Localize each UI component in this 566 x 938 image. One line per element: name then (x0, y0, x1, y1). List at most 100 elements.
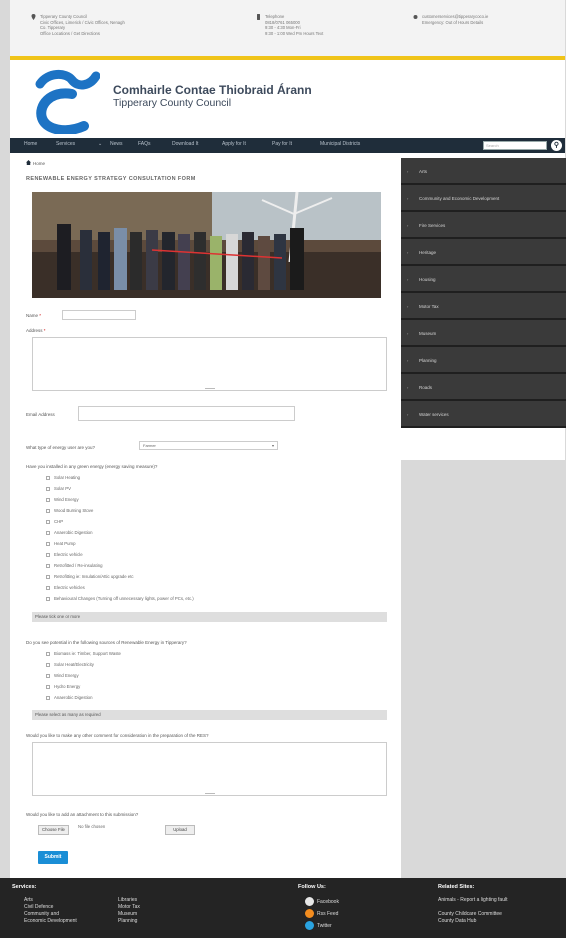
checkbox[interactable] (46, 552, 50, 557)
footer-link[interactable]: Libraries (118, 897, 137, 903)
checkbox[interactable] (46, 563, 50, 568)
chevron-down-icon: ▾ (271, 443, 274, 448)
sidebar-item-arts[interactable]: › Arts (401, 158, 566, 185)
q2-option-label: Solar Heat/Electricity (54, 662, 94, 667)
q1-option[interactable]: Electric vehicle (46, 552, 83, 557)
q1-option[interactable]: Behavioural Changes (Turning off unneces… (46, 596, 194, 601)
nav-pay-for-it[interactable]: Pay for It (272, 141, 292, 147)
follow-link[interactable]: Facebook (317, 899, 339, 905)
nav-home[interactable]: Home (24, 141, 37, 147)
required-marker: * (39, 313, 42, 318)
footer-link[interactable]: Arts (24, 897, 33, 903)
q1-option[interactable]: CHP (46, 519, 63, 524)
q1-option[interactable]: Retrofitting ie: Insulation/Attic upgrad… (46, 574, 134, 579)
chevron-right-icon: › (407, 277, 409, 282)
related-link[interactable]: Animals - Report a lighting fault (438, 897, 507, 903)
sidebar-item-fire-services[interactable]: › Fire Services (401, 212, 566, 239)
resize-grip[interactable] (204, 388, 215, 389)
q1-option[interactable]: Wind Energy (46, 497, 79, 502)
directions-link[interactable]: Office Locations / Get Directions (40, 31, 215, 37)
sidebar-item-motor-tax[interactable]: › Motor Tax (401, 293, 566, 320)
upload-button[interactable]: Upload (165, 825, 195, 835)
rss-icon[interactable] (305, 909, 314, 918)
footer-link[interactable]: Motor Tax (118, 904, 140, 910)
sidebar-item-roads[interactable]: › Roads (401, 374, 566, 401)
checkbox[interactable] (46, 673, 50, 678)
sidebar-item-heritage[interactable]: › Heritage (401, 239, 566, 266)
nav-download-it[interactable]: Download It (172, 141, 198, 147)
home-icon[interactable] (26, 160, 31, 165)
footer-link[interactable]: Planning (118, 918, 137, 924)
q2-option[interactable]: Wind Energy (46, 673, 79, 678)
checkbox[interactable] (46, 519, 50, 524)
checkbox[interactable] (46, 508, 50, 513)
q1-option[interactable]: Wood Burning Stove (46, 508, 93, 513)
checkbox[interactable] (46, 596, 50, 601)
sidebar-item-community[interactable]: › Community and Economic Development (401, 185, 566, 212)
search-input[interactable]: Search (483, 141, 547, 150)
q1-option[interactable]: Heat Pump (46, 541, 76, 546)
comments-textarea[interactable] (32, 742, 387, 796)
checkbox[interactable] (46, 530, 50, 535)
hero-photo (32, 192, 381, 298)
sidebar-item-housing[interactable]: › Housing (401, 266, 566, 293)
q2-option[interactable]: Anaerobic Digestion (46, 695, 92, 700)
twitter-icon[interactable] (305, 921, 314, 930)
search-icon[interactable]: ⚲ (551, 140, 562, 151)
q2-option[interactable]: Hydro Energy (46, 684, 80, 689)
sidebar-item-label: Planning (419, 358, 437, 363)
footer-link[interactable]: Community and (24, 911, 59, 917)
q2-option[interactable]: Solar Heat/Electricity (46, 662, 94, 667)
choose-file-button[interactable]: Choose File (38, 825, 69, 835)
submit-button[interactable]: Submit (38, 851, 68, 864)
q1-option[interactable]: Solar PV (46, 486, 71, 491)
q2-option[interactable]: Biomass ie: Timber, Support Waste (46, 651, 121, 656)
breadcrumb-home[interactable]: Home (33, 161, 45, 166)
footer-link[interactable]: Economic Development (24, 918, 77, 924)
related-link[interactable]: County Childcare Committee (438, 911, 502, 917)
sidebar-item-label: Roads (419, 385, 433, 390)
checkbox[interactable] (46, 684, 50, 689)
nav-municipal-districts[interactable]: Municipal Districts (320, 141, 360, 147)
resize-grip[interactable] (204, 793, 215, 794)
energy-type-select[interactable]: Farmer ▾ (139, 441, 278, 450)
sidebar-item-planning[interactable]: › Planning (401, 347, 566, 374)
q2-option-label: Wind Energy (54, 673, 79, 678)
q1-option-label: Electric vehicle (54, 552, 83, 557)
emergency-link[interactable]: Emergency: Out of Hours Details (422, 20, 562, 26)
checkbox[interactable] (46, 574, 50, 579)
q1-option[interactable]: Retrofitted / Re-insulating (46, 563, 102, 568)
checkbox[interactable] (46, 541, 50, 546)
checkbox[interactable] (46, 585, 50, 590)
nav-news[interactable]: News (110, 141, 123, 147)
facebook-icon[interactable] (305, 897, 314, 906)
checkbox[interactable] (46, 662, 50, 667)
nav-apply-for-it[interactable]: Apply for It (222, 141, 246, 147)
chevron-right-icon: › (407, 250, 409, 255)
checkbox[interactable] (46, 651, 50, 656)
checkbox[interactable] (46, 497, 50, 502)
follow-link[interactable]: Twitter (317, 923, 332, 929)
q1-option[interactable]: Solar Heating (46, 475, 80, 480)
nav-faqs[interactable]: FAQs (138, 141, 151, 147)
nav-services[interactable]: Services (56, 141, 75, 147)
checkbox[interactable] (46, 475, 50, 480)
council-logo-icon[interactable] (32, 68, 100, 134)
address-textarea[interactable] (32, 337, 387, 391)
sidebar-item-label: Fire Services (419, 223, 446, 228)
sidebar-item-museum[interactable]: › Museum (401, 320, 566, 347)
footer-link[interactable]: Museum (118, 911, 137, 917)
nav-services-caret-icon[interactable]: ⌄ (98, 141, 102, 147)
checkbox[interactable] (46, 695, 50, 700)
name-input[interactable] (62, 310, 136, 320)
checkbox[interactable] (46, 486, 50, 491)
related-link[interactable]: County Data Hub (438, 918, 476, 924)
footer-link[interactable]: Civil Defence (24, 904, 53, 910)
q1-option[interactable]: Electric vehicles (46, 585, 85, 590)
name-label-text: Name (26, 313, 39, 318)
email-field[interactable] (78, 406, 295, 421)
sidebar-item-water-services[interactable]: › Water services (401, 401, 566, 428)
q1-option[interactable]: Anaerobic Digestion (46, 530, 92, 535)
follow-link[interactable]: Rss Feed (317, 911, 338, 917)
sidebar-item-label: Arts (419, 169, 428, 174)
